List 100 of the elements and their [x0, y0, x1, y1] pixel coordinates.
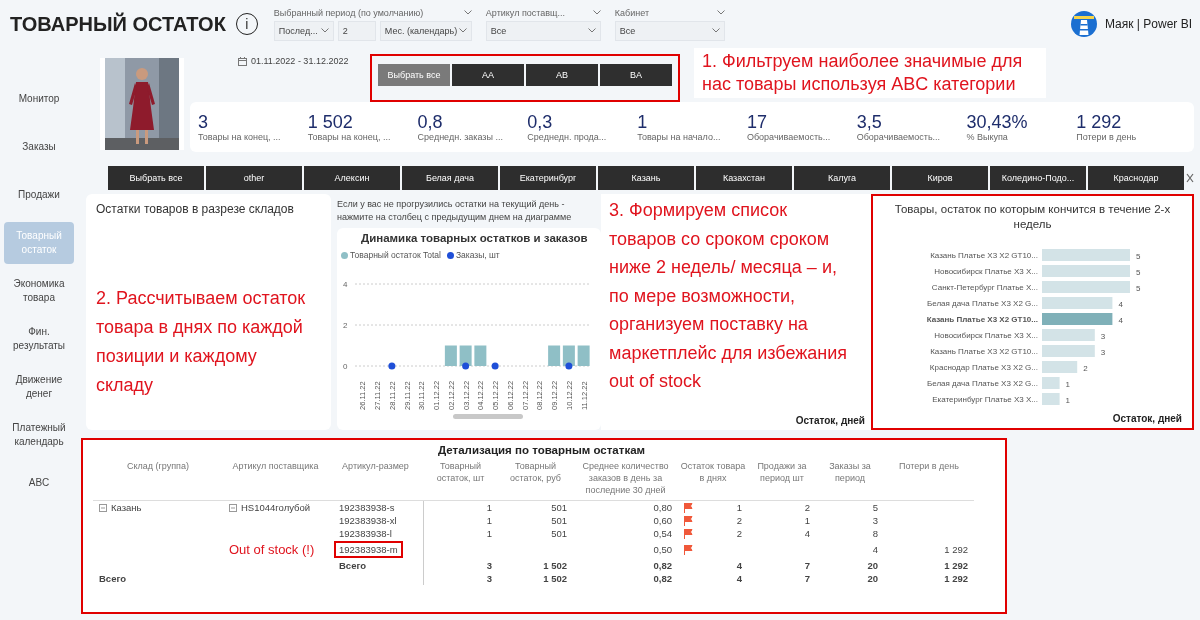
column-header[interactable]: Артикул-размер	[328, 456, 423, 501]
nav-item[interactable]: Фин. результаты	[4, 318, 74, 360]
dropdown[interactable]: Мес. (календарь)	[379, 20, 472, 41]
value-label: 5	[1135, 268, 1140, 277]
column-header[interactable]: Остаток товара в днях	[678, 456, 748, 501]
data-point[interactable]	[462, 362, 470, 370]
kpi-label: Товары на конец, ...	[307, 132, 391, 142]
table-cell: 1 292	[944, 573, 968, 584]
table-cell: 1	[486, 515, 492, 526]
date-range: 01.11.2022 - 31.12.2022	[251, 56, 349, 66]
hint-text: нажмите на столбец с предыдущим днем на диаграмме	[337, 211, 573, 224]
nav-item[interactable]: Продажи	[4, 174, 74, 216]
filter-label: Выбранный период (по умолчанию)	[273, 7, 424, 18]
value-label: 3	[1100, 332, 1105, 341]
kpi-value: 0,8	[417, 112, 443, 132]
bar-label: Новосибирск Платье X3 X...	[933, 331, 1038, 340]
table-cell: 192383938-m	[334, 541, 403, 558]
bar-label: Казань Платье X3 X2 GT10...	[929, 347, 1038, 356]
filter-label: Кабинет	[614, 7, 650, 18]
column-header[interactable]: Артикул поставщика	[223, 456, 328, 501]
slicer-button[interactable]: Екатеринбург	[500, 166, 596, 190]
slicer-button[interactable]: AA	[452, 64, 524, 86]
slicer-button[interactable]: Алексин	[304, 166, 400, 190]
table-cell: 1	[486, 502, 492, 513]
table-cell: 8	[872, 528, 878, 539]
axis-title: Остаток, дней	[1112, 413, 1183, 424]
data-point[interactable]	[565, 362, 573, 370]
slicer-button[interactable]: Калуга	[794, 166, 890, 190]
slicer-button[interactable]: BA	[600, 64, 672, 86]
table-cell: 1 292	[944, 544, 968, 555]
slicer-button[interactable]: Краснодар	[1088, 166, 1184, 190]
callout-text: 3. Формируем список товаров со сроком сроком ниже 2 недель/ месяца – и, по мере возможности, организуем поставку на маркетплейс для избежания out of stock	[609, 199, 849, 393]
calendar-icon	[238, 56, 247, 66]
nav-item[interactable]: ABC	[4, 462, 74, 504]
slicer-button[interactable]: Выбрать все	[108, 166, 204, 190]
slicer-button[interactable]: Киров	[892, 166, 988, 190]
callout-text: Out of stock (!)	[229, 542, 315, 557]
slicer-button[interactable]: Казань	[598, 166, 694, 190]
dropdown[interactable]: Все	[485, 20, 601, 41]
nav-item[interactable]: Монитор	[4, 78, 74, 120]
input-field[interactable]: 2	[337, 20, 376, 41]
nav-item[interactable]: Движение денег	[4, 366, 74, 408]
slicer-button[interactable]: other	[206, 166, 302, 190]
collapse-icon[interactable]	[99, 503, 107, 512]
tick-label: 2	[343, 321, 348, 330]
column-header[interactable]: Потери в день	[884, 456, 974, 501]
table-cell: 1	[486, 528, 492, 539]
table-cell: 0,54	[653, 528, 672, 539]
data-point[interactable]	[388, 362, 396, 370]
table-cell: 1	[804, 515, 810, 526]
collapse-icon[interactable]	[229, 503, 237, 512]
slicer-button[interactable]: Коледино-Подо...	[990, 166, 1086, 190]
kpi-label: Оборачиваемость...	[856, 132, 941, 142]
kpi-value: 1 292	[1076, 112, 1122, 132]
column-header[interactable]: Продажи за период шт	[748, 456, 816, 501]
value-label: 4	[1117, 316, 1123, 325]
chevron-icon	[587, 28, 596, 33]
table-cell: 4	[736, 560, 742, 571]
kpi-label: Среднедн. заказы ...	[417, 132, 503, 142]
legend-item: Заказы, шт	[446, 250, 500, 260]
table-cell: 501	[551, 528, 567, 539]
slicer-button[interactable]: Казахстан	[696, 166, 792, 190]
table-cell: 2	[736, 515, 742, 526]
nav-item[interactable]: Платежный календарь	[4, 414, 74, 456]
value-label: 1	[1065, 380, 1070, 389]
table-cell: Казань	[111, 502, 142, 513]
table-cell: 2	[736, 528, 742, 539]
column-header[interactable]: Товарный остаток, руб	[498, 456, 573, 501]
chevron-icon	[463, 10, 472, 15]
table-cell: 2	[804, 502, 810, 513]
bar[interactable]	[562, 345, 575, 366]
lighthouse-logo	[1070, 11, 1097, 37]
column-header[interactable]: Товарный остаток, шт	[423, 456, 498, 501]
slicer-button[interactable]: Белая дача	[402, 166, 498, 190]
table-cell-text: 192383938-l	[338, 527, 393, 541]
data-point[interactable]	[491, 362, 499, 370]
table-cell-text: 192383938-xl	[338, 514, 398, 528]
dropdown[interactable]: Послед...	[273, 20, 334, 41]
table-cell: 501	[551, 515, 567, 526]
nav-item[interactable]: Экономика товара	[4, 270, 74, 312]
table-cell: 4	[736, 573, 742, 584]
table-cell: 20	[867, 573, 878, 584]
column-header[interactable]: Среднее количество заказов в день за последние 30 дней	[573, 456, 678, 501]
table-cell: 0,80	[653, 502, 672, 513]
bar-label: Белая дача Платье X3 X2 G...	[926, 299, 1038, 308]
kpi-value: 3,5	[856, 112, 882, 132]
slicer-button[interactable]: Выбрать все	[378, 64, 450, 86]
kpi-value: 0,3	[527, 112, 553, 132]
table-cell: 501	[551, 502, 567, 513]
nav-item[interactable]: Заказы	[4, 126, 74, 168]
value-label: 3	[1100, 348, 1105, 357]
column-header[interactable]: Склад (группа)	[93, 456, 223, 501]
value-label: 1	[1065, 396, 1070, 405]
column-header[interactable]: Заказы за период	[816, 456, 884, 501]
close-icon[interactable]	[1186, 173, 1194, 183]
scrollbar[interactable]	[453, 414, 523, 419]
table-cell: Всего	[99, 573, 127, 584]
dropdown[interactable]: Все	[614, 20, 725, 41]
slicer-button[interactable]: AB	[526, 64, 598, 86]
table-cell: 3	[486, 573, 492, 584]
